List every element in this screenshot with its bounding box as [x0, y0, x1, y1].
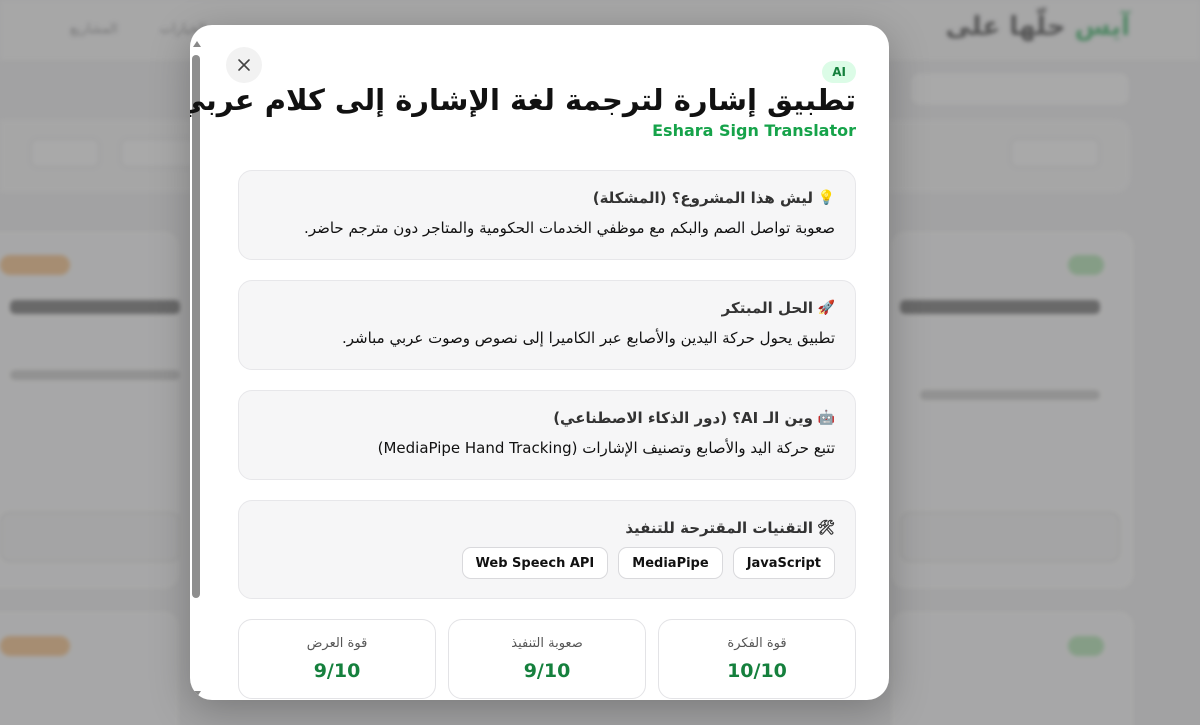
- stat-label: قوة العرض: [306, 636, 368, 651]
- scroll-down-icon[interactable]: [193, 691, 201, 697]
- ai-badge: AI: [822, 61, 856, 83]
- modal-subtitle: Eshara Sign Translator: [652, 121, 856, 140]
- tech-section: 🛠 التقنيات المقترحة للتنفيذ JavaScript Me…: [238, 500, 856, 599]
- section-heading: وين الـ AI؟ (دور الذكاء الاصطناعي): [553, 409, 813, 427]
- project-details-modal: AI تطبيق إشارة لترجمة لغة الإشارة إلى كل…: [190, 25, 889, 700]
- tools-icon: 🛠: [817, 520, 835, 536]
- stat-card: قوة الفكرة 10/10: [658, 619, 856, 699]
- solution-section: 🚀 الحل المبتكر تطبيق يحول حركة اليدين وال…: [238, 280, 856, 370]
- stat-card: صعوبة التنفيذ 9/10: [448, 619, 646, 699]
- tech-tag: MediaPipe: [618, 547, 723, 579]
- section-heading: ليش هذا المشروع؟ (المشكلة): [592, 189, 813, 207]
- section-body: تتبع حركة اليد والأصابع وتصنيف الإشارات …: [377, 439, 835, 457]
- tech-tag: Web Speech API: [461, 547, 609, 579]
- stat-label: قوة الفكرة: [727, 636, 787, 651]
- close-icon: [238, 59, 250, 71]
- section-heading: الحل المبتكر: [721, 299, 813, 317]
- stat-value: 10/10: [727, 660, 787, 682]
- rocket-icon: 🚀: [817, 300, 835, 316]
- section-body: صعوبة تواصل الصم والبكم مع موظفي الخدمات…: [304, 219, 835, 237]
- tech-tag-list: JavaScript MediaPipe Web Speech API: [461, 547, 835, 579]
- tech-tag: JavaScript: [732, 547, 835, 579]
- section-heading: التقنيات المقترحة للتنفيذ: [625, 519, 813, 537]
- rating-stats: قوة الفكرة 10/10 صعوبة التنفيذ 9/10 قوة …: [238, 619, 856, 699]
- lightbulb-icon: 💡: [817, 190, 835, 206]
- close-button[interactable]: [226, 47, 262, 83]
- robot-icon: 🤖: [817, 410, 835, 426]
- ai-role-section: 🤖 وين الـ AI؟ (دور الذكاء الاصطناعي) تتبع…: [238, 390, 856, 480]
- stat-value: 9/10: [523, 660, 571, 682]
- modal-title: تطبيق إشارة لترجمة لغة الإشارة إلى كلام …: [190, 83, 856, 117]
- scroll-up-icon[interactable]: [193, 41, 201, 47]
- problem-section: 💡 ليش هذا المشروع؟ (المشكلة) صعوبة تواصل …: [238, 170, 856, 260]
- scrollbar-thumb[interactable]: [192, 55, 200, 598]
- stat-label: صعوبة التنفيذ: [511, 636, 583, 651]
- modal-scrollbar[interactable]: [190, 39, 203, 699]
- stat-card: قوة العرض 9/10: [238, 619, 436, 699]
- stat-value: 9/10: [313, 660, 361, 682]
- section-body: تطبيق يحول حركة اليدين والأصابع عبر الكا…: [341, 329, 835, 347]
